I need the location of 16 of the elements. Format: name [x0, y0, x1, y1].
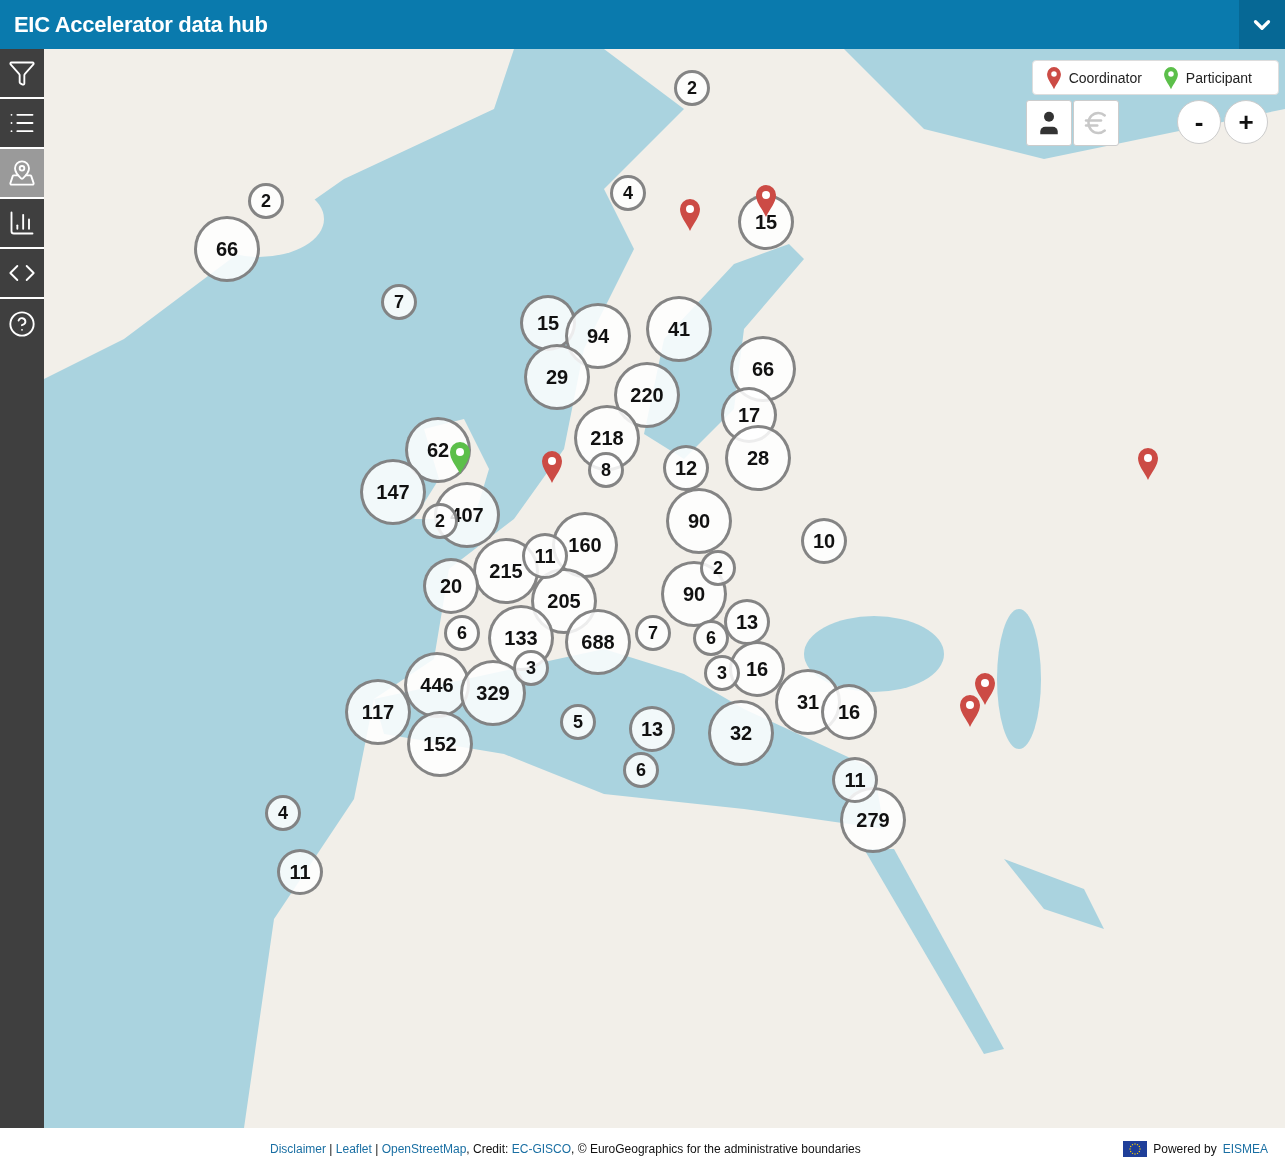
app-title: EIC Accelerator data hub [14, 11, 268, 38]
chart-icon [8, 209, 36, 237]
help-icon [8, 310, 36, 338]
filter-icon [8, 59, 36, 87]
legend-label: Coordinator [1068, 69, 1142, 86]
euro-toggle[interactable] [1073, 100, 1119, 146]
legend-label: Participant [1185, 69, 1252, 86]
credit-link[interactable]: Disclaimer [270, 1142, 326, 1156]
person-toggle[interactable] [1026, 100, 1072, 146]
eismea-link[interactable]: EISMEA [1222, 1142, 1268, 1156]
credits-text: Disclaimer | Leaflet | OpenStreetMap, Credit: EC-GISCO, © EuroGeographics for the administrative boundaries [270, 1142, 861, 1156]
map-pin-icon [8, 159, 36, 187]
credit-link[interactable]: Leaflet [335, 1142, 372, 1156]
powered-by-label: Powered by [1153, 1142, 1217, 1156]
flag-icon [1123, 1141, 1148, 1157]
menu-toggle-button[interactable] [1239, 0, 1285, 49]
